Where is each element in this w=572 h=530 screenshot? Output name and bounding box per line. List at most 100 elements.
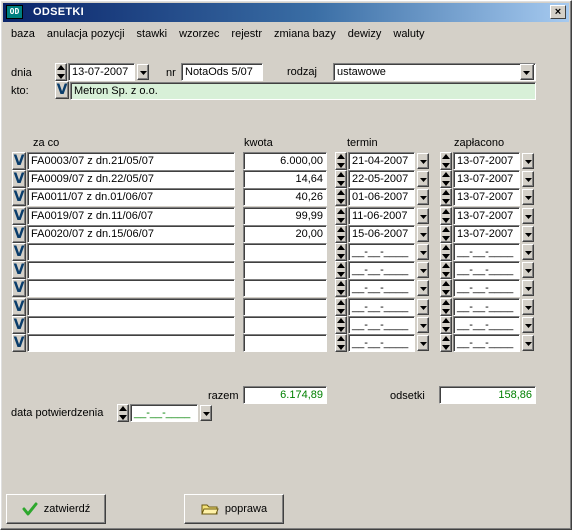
row-zaplacono-field[interactable]: 13-07-2007 [453,207,520,225]
row-zaplacono-spinner[interactable] [440,152,452,170]
menu-baza[interactable]: baza [5,25,41,43]
spin-up-icon[interactable] [441,244,453,253]
row-zaplacono-field[interactable]: __-__-____ [453,334,520,352]
data-potwierdzenia-field[interactable]: __-__-____ [130,404,198,422]
spin-up-icon[interactable] [336,153,348,162]
menu-anulacja-pozycji[interactable]: anulacja pozycji [41,25,131,43]
row-termin-field[interactable]: __-__-____ [348,298,415,316]
row-select-button[interactable]: V [12,261,26,279]
row-termin-spinner[interactable] [335,188,347,206]
row-termin-field[interactable]: 22-05-2007 [348,170,415,188]
row-zaplacono-spinner[interactable] [440,207,452,225]
row-termin-field[interactable]: 11-06-2007 [348,207,415,225]
row-termin-spinner[interactable] [335,207,347,225]
row-select-button[interactable]: V [12,243,26,261]
row-kwota-field[interactable] [243,243,327,261]
spin-up-icon[interactable] [441,262,453,271]
row-zaplacono-dropdown-button[interactable] [522,226,534,242]
spin-up-icon[interactable] [441,189,453,198]
row-zaplacono-field[interactable]: __-__-____ [453,298,520,316]
row-zaplacono-spinner[interactable] [440,298,452,316]
row-termin-spinner[interactable] [335,298,347,316]
row-termin-dropdown-button[interactable] [417,153,429,169]
row-termin-field[interactable]: 01-06-2007 [348,188,415,206]
row-termin-dropdown-button[interactable] [417,208,429,224]
spin-up-icon[interactable] [118,405,130,414]
row-select-button[interactable]: V [12,188,26,206]
row-termin-field[interactable]: __-__-____ [348,279,415,297]
row-termin-field[interactable]: __-__-____ [348,261,415,279]
row-select-button[interactable]: V [12,316,26,334]
rodzaj-select[interactable]: ustawowe [333,63,536,81]
row-za-co-field[interactable]: FA0003/07 z dn.21/05/07 [27,152,235,170]
row-zaplacono-field[interactable]: __-__-____ [453,243,520,261]
data-potwierdzenia-spinner[interactable] [117,404,129,422]
row-za-co-field[interactable] [27,298,235,316]
row-select-button[interactable]: V [12,225,26,243]
row-select-button[interactable]: V [12,170,26,188]
row-zaplacono-spinner[interactable] [440,316,452,334]
spin-down-icon[interactable] [336,344,348,353]
row-zaplacono-field[interactable]: __-__-____ [453,316,520,334]
row-zaplacono-spinner[interactable] [440,334,452,352]
data-potwierdzenia-dropdown-button[interactable] [200,405,212,421]
rodzaj-dropdown-button[interactable] [520,64,534,80]
row-zaplacono-field[interactable]: 13-07-2007 [453,170,520,188]
row-zaplacono-field[interactable]: __-__-____ [453,261,520,279]
nr-field[interactable]: NotaOds 5/07 [181,63,263,81]
row-kwota-field[interactable] [243,261,327,279]
row-zaplacono-dropdown-button[interactable] [522,262,534,278]
poprawa-button[interactable]: poprawa [184,494,284,524]
row-termin-spinner[interactable] [335,243,347,261]
spin-up-icon[interactable] [336,208,348,217]
spin-up-icon[interactable] [441,226,453,235]
row-zaplacono-spinner[interactable] [440,225,452,243]
spin-up-icon[interactable] [441,317,453,326]
spin-down-icon[interactable] [118,414,130,423]
row-termin-dropdown-button[interactable] [417,335,429,351]
row-termin-dropdown-button[interactable] [417,244,429,260]
row-zaplacono-dropdown-button[interactable] [522,153,534,169]
row-zaplacono-spinner[interactable] [440,188,452,206]
row-select-button[interactable]: V [12,152,26,170]
row-termin-spinner[interactable] [335,261,347,279]
row-termin-dropdown-button[interactable] [417,262,429,278]
row-termin-field[interactable]: 21-04-2007 [348,152,415,170]
row-select-button[interactable]: V [12,298,26,316]
row-zaplacono-field[interactable]: 13-07-2007 [453,152,520,170]
row-zaplacono-dropdown-button[interactable] [522,208,534,224]
row-za-co-field[interactable]: FA0011/07 z dn.01/06/07 [27,188,235,206]
row-zaplacono-spinner[interactable] [440,170,452,188]
row-termin-dropdown-button[interactable] [417,280,429,296]
spin-down-icon[interactable] [441,198,453,207]
row-zaplacono-spinner[interactable] [440,243,452,261]
row-termin-spinner[interactable] [335,225,347,243]
menu-zmiana-bazy[interactable]: zmiana bazy [268,25,342,43]
row-termin-spinner[interactable] [335,152,347,170]
row-termin-spinner[interactable] [335,279,347,297]
spin-down-icon[interactable] [441,289,453,298]
row-termin-dropdown-button[interactable] [417,189,429,205]
spin-up-icon[interactable] [441,208,453,217]
kto-field[interactable]: Metron Sp. z o.o. [70,82,536,100]
row-zaplacono-spinner[interactable] [440,279,452,297]
row-za-co-field[interactable]: FA0009/07 z dn.22/05/07 [27,170,235,188]
row-kwota-field[interactable]: 99,99 [243,207,327,225]
row-termin-dropdown-button[interactable] [417,317,429,333]
zatwierdz-button[interactable]: zatwierdź [6,494,106,524]
menu-stawki[interactable]: stawki [131,25,174,43]
spin-up-icon[interactable] [56,64,68,73]
spin-up-icon[interactable] [336,262,348,271]
row-zaplacono-dropdown-button[interactable] [522,189,534,205]
row-select-button[interactable]: V [12,334,26,352]
spin-up-icon[interactable] [336,244,348,253]
row-termin-spinner[interactable] [335,316,347,334]
row-zaplacono-spinner[interactable] [440,261,452,279]
row-zaplacono-field[interactable]: 13-07-2007 [453,188,520,206]
menu-wzorzec[interactable]: wzorzec [173,25,225,43]
kto-select-button[interactable]: V [55,81,69,99]
row-termin-spinner[interactable] [335,334,347,352]
row-za-co-field[interactable] [27,316,235,334]
spin-up-icon[interactable] [441,171,453,180]
row-zaplacono-dropdown-button[interactable] [522,171,534,187]
